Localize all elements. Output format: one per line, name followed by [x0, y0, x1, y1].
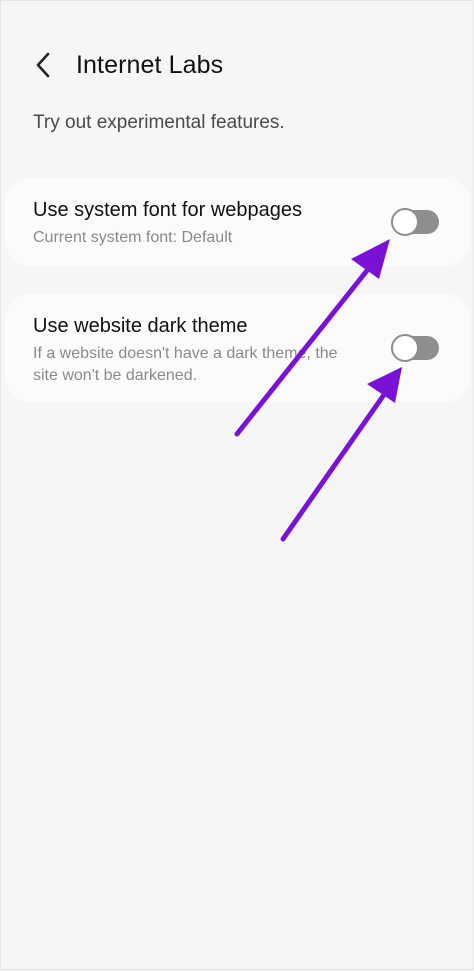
dark-theme-toggle[interactable] [391, 334, 439, 362]
system-font-toggle[interactable] [391, 208, 439, 236]
back-button[interactable] [25, 47, 61, 83]
setting-title: Use website dark theme [33, 315, 248, 337]
chevron-left-icon [36, 52, 50, 78]
settings-screen: Internet Labs Try out experimental featu… [0, 0, 474, 970]
setting-description: If a website doesn't have a dark theme, … [33, 345, 338, 384]
annotation-arrows [234, 239, 402, 542]
setting-description: Current system font: Default [33, 229, 233, 246]
page-title: Internet Labs [76, 51, 224, 79]
page-subtitle: Try out experimental features. [33, 112, 285, 133]
header: Internet Labs [1, 39, 474, 95]
toggle-knob [391, 208, 419, 236]
setting-system-font[interactable]: Use system font for webpages Current sys… [5, 178, 471, 266]
toggle-knob [391, 334, 419, 362]
setting-dark-theme[interactable]: Use website dark theme If a website does… [5, 294, 471, 402]
setting-title: Use system font for webpages [33, 199, 303, 221]
